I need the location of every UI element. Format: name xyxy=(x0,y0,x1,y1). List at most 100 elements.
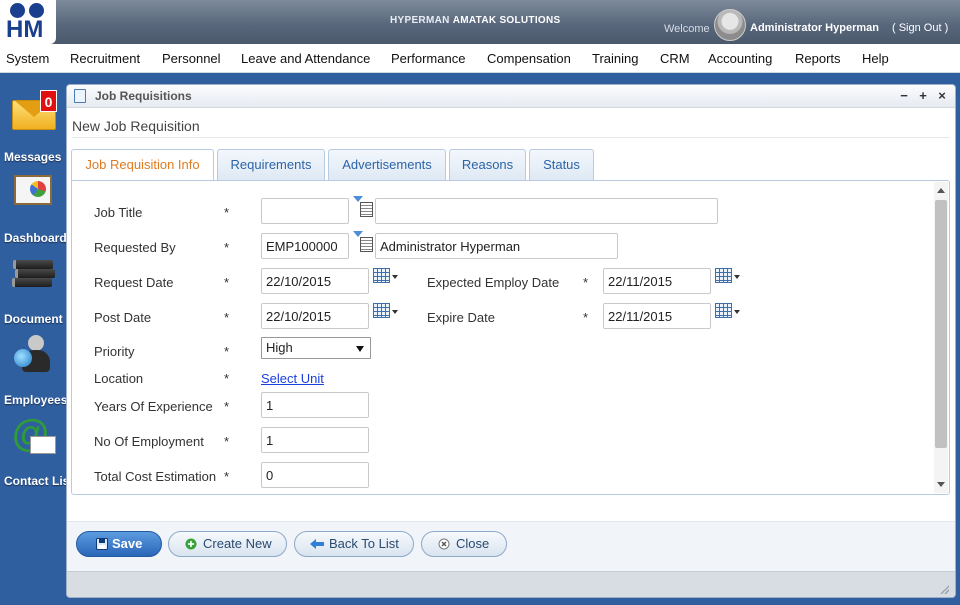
priority-label: Priority xyxy=(94,344,135,359)
job-requisition-form: Job Title * Requested By * Request Date … xyxy=(71,180,950,495)
logo-text: HM xyxy=(6,16,44,43)
menu-system[interactable]: System xyxy=(6,51,49,66)
required-mark: * xyxy=(583,275,589,290)
tab-job-requisition-info[interactable]: Job Requisition Info xyxy=(71,149,214,181)
menu-accounting[interactable]: Accounting xyxy=(708,51,772,66)
tab-reasons[interactable]: Reasons xyxy=(449,149,526,180)
minimize-button[interactable]: − xyxy=(897,89,911,103)
dock-dashboard[interactable]: Dashboard xyxy=(0,171,67,249)
menu-help[interactable]: Help xyxy=(862,51,889,66)
avatar[interactable] xyxy=(714,9,746,41)
main-menu: System Recruitment Personnel Leave and A… xyxy=(0,44,960,73)
add-icon xyxy=(185,538,197,550)
contact-at-icon: @ xyxy=(12,414,56,456)
desktop-dock: 0 Messages Dashboard Document L Employee… xyxy=(0,73,73,605)
arrow-left-icon xyxy=(310,539,324,549)
calendar-icon[interactable] xyxy=(373,268,398,286)
resize-grip-icon[interactable] xyxy=(939,584,949,594)
requested-by-label: Requested By xyxy=(94,240,176,255)
job-title-name-input[interactable] xyxy=(375,198,718,224)
close-circle-icon xyxy=(438,538,450,550)
expire-date-label: Expire Date xyxy=(427,310,495,325)
job-title-label: Job Title xyxy=(94,205,143,220)
required-mark: * xyxy=(224,469,230,484)
create-new-button[interactable]: Create New xyxy=(168,531,287,557)
scroll-up-icon[interactable] xyxy=(937,188,945,193)
calendar-icon[interactable] xyxy=(373,303,398,321)
calendar-icon[interactable] xyxy=(715,303,740,321)
dock-messages[interactable]: 0 Messages xyxy=(0,90,66,168)
books-icon xyxy=(12,252,55,294)
job-title-code-input[interactable] xyxy=(261,198,349,224)
menu-leave-and-attendance[interactable]: Leave and Attendance xyxy=(241,51,370,66)
post-date-input[interactable] xyxy=(261,303,369,329)
vertical-scrollbar[interactable] xyxy=(934,182,948,493)
menu-training[interactable]: Training xyxy=(592,51,638,66)
message-count-badge: 0 xyxy=(40,90,57,112)
menu-personnel[interactable]: Personnel xyxy=(162,51,221,66)
tab-advertisements[interactable]: Advertisements xyxy=(328,149,446,180)
sign-out-link[interactable]: ( Sign Out ) xyxy=(892,22,948,34)
action-bar: Save Create New Back To List Close xyxy=(67,521,955,571)
page-title: New Job Requisition xyxy=(72,118,200,134)
scroll-thumb[interactable] xyxy=(935,200,947,448)
requested-by-name-input[interactable] xyxy=(375,233,618,259)
required-mark: * xyxy=(224,371,230,386)
dock-label: Messages xyxy=(4,150,62,164)
required-mark: * xyxy=(224,240,230,255)
scroll-down-icon[interactable] xyxy=(937,482,945,487)
required-mark: * xyxy=(224,310,230,325)
select-unit-link[interactable]: Select Unit xyxy=(261,371,324,386)
menu-performance[interactable]: Performance xyxy=(391,51,465,66)
app-logo[interactable]: HM xyxy=(0,0,56,44)
post-date-label: Post Date xyxy=(94,310,152,325)
envelope-icon: 0 xyxy=(12,90,57,132)
username: Administrator Hyperman xyxy=(750,22,879,34)
dock-employees[interactable]: Employees xyxy=(0,333,68,411)
requested-by-code-input[interactable] xyxy=(261,233,349,259)
years-of-experience-input[interactable] xyxy=(261,392,369,418)
priority-selected-value: High xyxy=(266,340,293,355)
no-of-employment-input[interactable] xyxy=(261,427,369,453)
job-requisitions-window: Job Requisitions − + × New Job Requisiti… xyxy=(66,84,956,598)
lookup-icon[interactable] xyxy=(353,196,375,220)
brand-title: HYPERMAN AMATAK SOLUTIONS xyxy=(390,15,561,26)
request-date-input[interactable] xyxy=(261,268,369,294)
menu-reports[interactable]: Reports xyxy=(795,51,841,66)
tab-requirements[interactable]: Requirements xyxy=(217,149,325,180)
total-cost-estimation-label: Total Cost Estimation xyxy=(94,469,217,484)
status-bar xyxy=(67,571,955,597)
location-label: Location xyxy=(94,371,144,386)
save-button[interactable]: Save xyxy=(76,531,162,557)
no-of-employment-label: No Of Employment xyxy=(94,434,204,449)
required-mark: * xyxy=(224,275,230,290)
close-window-button[interactable]: × xyxy=(935,89,949,103)
menu-crm[interactable]: CRM xyxy=(660,51,690,66)
dock-label: Dashboard xyxy=(4,231,67,245)
years-of-experience-label: Years Of Experience xyxy=(94,399,213,414)
tab-status[interactable]: Status xyxy=(529,149,594,180)
close-button[interactable]: Close xyxy=(421,531,507,557)
dock-contact-list[interactable]: @ Contact Lis xyxy=(0,414,69,492)
calendar-icon[interactable] xyxy=(715,268,740,286)
divider xyxy=(72,137,950,138)
welcome-text: Welcome xyxy=(664,23,710,35)
expire-date-input[interactable] xyxy=(603,303,711,329)
top-bar: HM HYPERMAN AMATAK SOLUTIONS Welcome Adm… xyxy=(0,0,960,44)
maximize-button[interactable]: + xyxy=(916,89,930,103)
request-date-label: Request Date xyxy=(94,275,174,290)
required-mark: * xyxy=(583,310,589,325)
back-to-list-button[interactable]: Back To List xyxy=(294,531,414,557)
expected-employ-date-input[interactable] xyxy=(603,268,711,294)
lookup-icon[interactable] xyxy=(353,231,375,255)
dock-document-library[interactable]: Document L xyxy=(0,252,73,330)
required-mark: * xyxy=(224,399,230,414)
dock-label: Employees xyxy=(4,393,68,407)
total-cost-estimation-input[interactable] xyxy=(261,462,369,488)
required-mark: * xyxy=(224,434,230,449)
window-titlebar[interactable]: Job Requisitions − + × xyxy=(67,85,955,108)
menu-compensation[interactable]: Compensation xyxy=(487,51,571,66)
chart-easel-icon xyxy=(12,171,54,213)
menu-recruitment[interactable]: Recruitment xyxy=(70,51,140,66)
priority-select[interactable]: High xyxy=(261,337,371,359)
